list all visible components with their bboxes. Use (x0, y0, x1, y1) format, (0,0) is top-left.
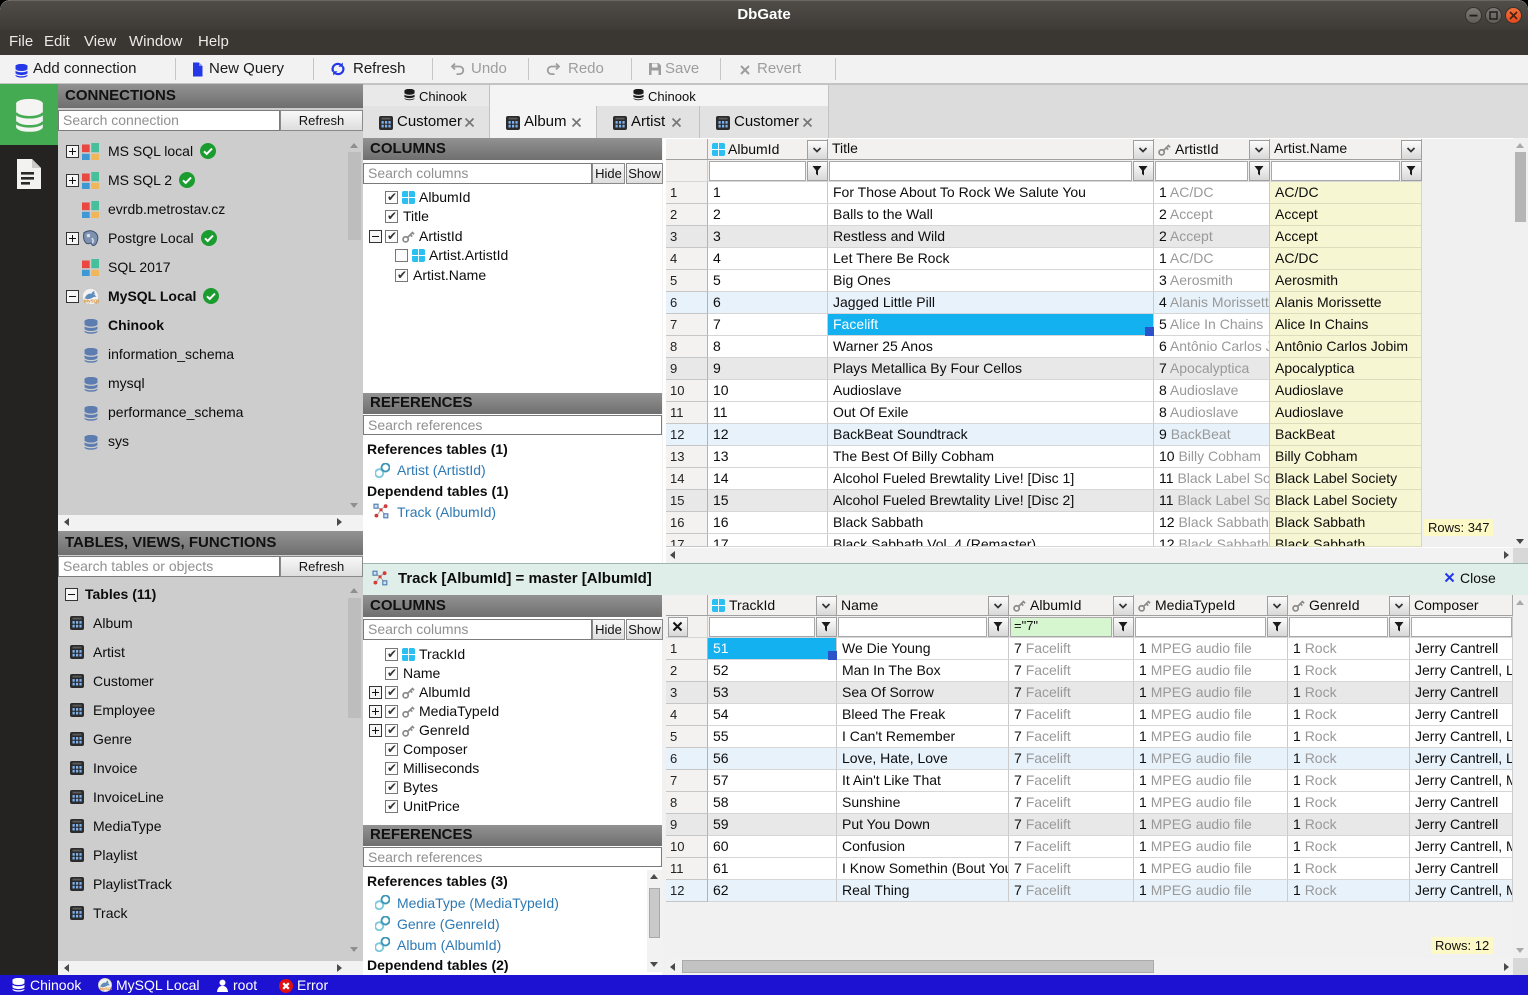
svg-text:MySQL: MySQL (84, 298, 99, 304)
svg-text:MySQL: MySQL (100, 986, 112, 991)
